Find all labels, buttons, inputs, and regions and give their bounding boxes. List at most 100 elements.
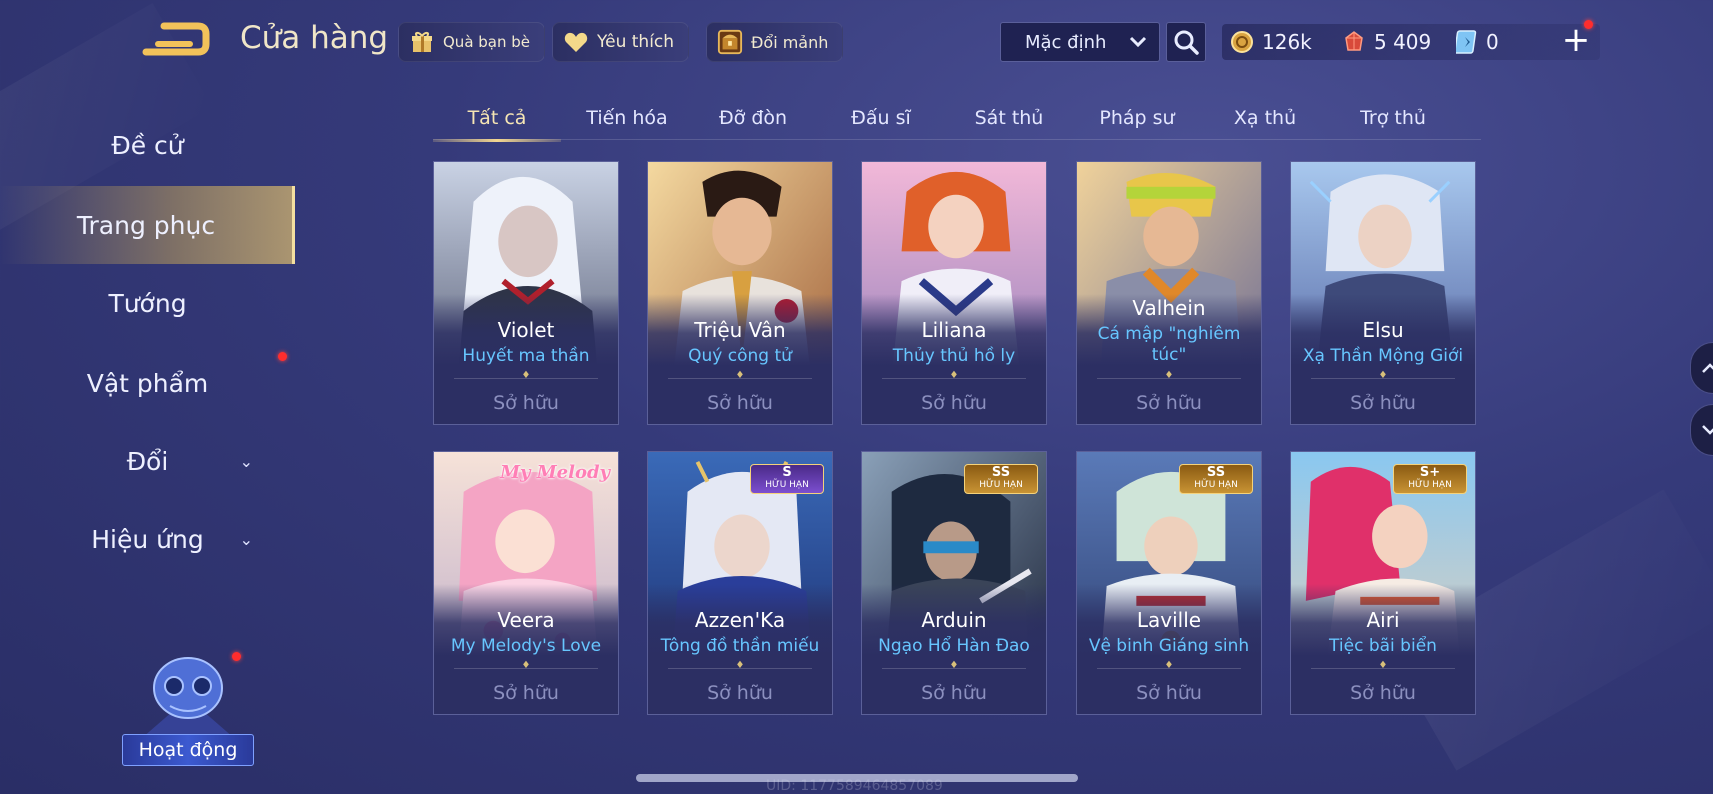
notification-dot (1584, 20, 1593, 29)
badge-sub: HỮU HẠN (979, 480, 1023, 490)
sort-dropdown[interactable]: Mặc định (1000, 22, 1160, 62)
hero-name: Azzen'Ka (694, 608, 786, 632)
badge-sub: HỮU HẠN (1194, 480, 1238, 490)
page-title: Cửa hàng (240, 20, 389, 56)
gold-amount: 126k (1262, 30, 1312, 54)
skin-name: Vệ binh Giáng sinh (1088, 636, 1250, 656)
gold-coin-icon (1231, 31, 1253, 53)
tab-all[interactable]: Tất cả (433, 96, 561, 142)
tab-mage[interactable]: Pháp sư (1073, 96, 1201, 140)
skin-card[interactable]: My Melody Veera My Melody's Love Sở hữu (433, 451, 619, 715)
favorites-label: Yêu thích (597, 32, 675, 52)
skin-card[interactable]: SS HỮU HẠN Laville Vệ binh Giáng sinh Sở… (1076, 451, 1262, 715)
scroll-down-button[interactable] (1690, 404, 1713, 456)
skin-card[interactable]: Violet Huyết ma thần Sở hữu (433, 161, 619, 425)
sidebar-item-label: Tướng (108, 288, 187, 318)
exchange-shards-button[interactable]: Đổi mảnh (706, 22, 844, 62)
notification-dot (278, 352, 287, 361)
hero-name: Elsu (1362, 318, 1404, 342)
tab-tank[interactable]: Đỡ đòn (689, 96, 817, 140)
skin-name: Thủy thủ hồ ly (892, 346, 1016, 366)
sort-value: Mặc định (1025, 31, 1107, 53)
card-divider (1311, 378, 1455, 379)
owned-status: Sở hữu (493, 682, 559, 704)
card-divider (454, 378, 598, 379)
tab-evolution[interactable]: Tiến hóa (563, 96, 691, 140)
owned-status: Sở hữu (1136, 392, 1202, 414)
limited-tier-badge: SS HỮU HẠN (1179, 464, 1253, 494)
sidebar-item-effects[interactable]: Hiệu ứng ⌄ (0, 500, 295, 578)
badge-sub: HỮU HẠN (1408, 480, 1452, 490)
sidebar-item-label: Hiệu ứng (91, 524, 204, 554)
hero-name: Valhein (1132, 296, 1206, 320)
back-button[interactable] (138, 22, 210, 58)
heart-icon (563, 29, 589, 55)
search-button[interactable] (1166, 22, 1206, 62)
skin-card[interactable]: Liliana Thủy thủ hồ ly Sở hữu (861, 161, 1047, 425)
chevron-up-icon (1702, 363, 1713, 373)
exchange-shards-label: Đổi mảnh (751, 32, 829, 52)
activity-label: Hoạt động (122, 734, 254, 766)
sidebar-item-items[interactable]: Vật phẩm (0, 344, 295, 422)
hero-name: Violet (497, 318, 555, 342)
voucher-currency: 5 409 (1342, 22, 1431, 62)
chevron-down-icon: ⌄ (239, 529, 253, 549)
tab-marksman[interactable]: Xạ thủ (1201, 96, 1329, 140)
sidebar-item-label: Đổi (126, 446, 169, 476)
voucher-gem-icon (1345, 31, 1363, 51)
owned-status: Sở hữu (707, 392, 773, 414)
hero-name: Liliana (921, 318, 987, 342)
chevron-down-icon: ⌄ (239, 451, 253, 471)
hero-name: Veera (497, 608, 555, 632)
scroll-up-button[interactable] (1690, 342, 1713, 394)
search-icon (1174, 30, 1199, 55)
skin-name: My Melody's Love (450, 636, 602, 656)
top-bar: Cửa hàng Quà bạn bè Yêu thích Đổi mảnh M… (0, 0, 1713, 86)
gift-icon (409, 29, 435, 55)
sidebar-item-skins[interactable]: Trang phục (0, 186, 295, 264)
friend-gift-label: Quà bạn bè (443, 33, 531, 51)
sidebar-item-heroes[interactable]: Tướng (0, 264, 295, 342)
skin-card[interactable]: S+ HỮU HẠN Airi Tiệc bãi biển Sở hữu (1290, 451, 1476, 715)
card-divider (1097, 668, 1241, 669)
hero-name: Arduin (921, 608, 987, 632)
limited-tier-badge: S+ HỮU HẠN (1393, 464, 1467, 494)
notification-dot (232, 652, 241, 661)
skin-name: Cá mập "nghiêm túc" (1097, 324, 1241, 365)
sidebar-item-exchange[interactable]: Đổi ⌄ (0, 422, 295, 500)
favorites-button[interactable]: Yêu thích (552, 22, 690, 62)
sidebar-item-label: Vật phẩm (86, 368, 209, 398)
skin-card[interactable]: S HỮU HẠN Azzen'Ka Tông đồ thần miếu Sở … (647, 451, 833, 715)
friend-gift-button[interactable]: Quà bạn bè (398, 22, 546, 62)
card-divider (1311, 668, 1455, 669)
skin-card[interactable]: Elsu Xạ Thần Mộng Giới Sở hữu (1290, 161, 1476, 425)
tab-assassin[interactable]: Sát thủ (945, 96, 1073, 140)
hero-name: Laville (1136, 608, 1202, 632)
skin-name: Xạ Thần Mộng Giới (1302, 346, 1464, 366)
user-id-watermark: UID: 1177589464857089 (766, 778, 943, 794)
owned-status: Sở hữu (493, 392, 559, 414)
tab-support[interactable]: Trợ thủ (1329, 96, 1457, 140)
activity-mascot-icon (142, 657, 234, 738)
skin-name: Tiệc bãi biển (1329, 636, 1437, 656)
skin-card[interactable]: SS HỮU HẠN Arduin Ngạo Hổ Hàn Đao Sở hữu (861, 451, 1047, 715)
owned-status: Sở hữu (707, 682, 773, 704)
voucher-amount: 5 409 (1374, 30, 1432, 54)
treasure-chest-icon (717, 29, 743, 55)
card-divider (454, 668, 598, 669)
owned-status: Sở hữu (921, 682, 987, 704)
hero-name: Triệu Vân (694, 318, 786, 342)
limited-tier-badge: SS HỮU HẠN (964, 464, 1038, 494)
skin-card[interactable]: Triệu Vân Quý công tử Sở hữu (647, 161, 833, 425)
skin-name: Huyết ma thần (462, 346, 590, 366)
owned-status: Sở hữu (1350, 682, 1416, 704)
activity-button[interactable]: Hoạt động (122, 648, 254, 766)
chevron-down-icon (1702, 425, 1713, 435)
role-tabs: Tất cả Tiến hóa Đỡ đòn Đấu sĩ Sát thủ Ph… (433, 96, 1481, 142)
tab-fighter[interactable]: Đấu sĩ (817, 96, 945, 140)
card-divider (882, 668, 1026, 669)
skin-card[interactable]: Valhein Cá mập "nghiêm túc" Sở hữu (1076, 161, 1262, 425)
badge-tier: SS (1206, 465, 1226, 480)
sidebar-item-recommended[interactable]: Đề cử (0, 106, 295, 184)
badge-tier: S+ (1419, 465, 1441, 480)
